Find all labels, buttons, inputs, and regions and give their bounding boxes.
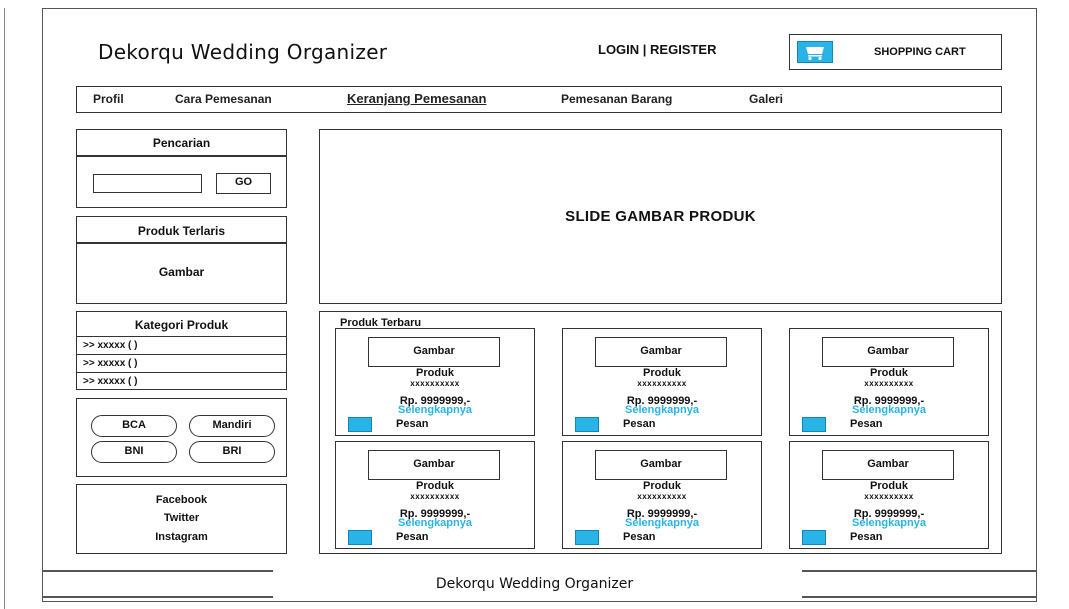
footer-divider xyxy=(42,570,273,572)
cart-icon[interactable] xyxy=(575,417,599,432)
product-card: Gambar Produk xxxxxxxxxx Rp. 9999999,- S… xyxy=(789,328,989,436)
search-go-button[interactable]: GO xyxy=(216,173,271,194)
shopping-cart-label: SHOPPING CART xyxy=(874,46,966,58)
search-input[interactable] xyxy=(93,174,202,193)
product-code: xxxxxxxxxx xyxy=(864,379,914,388)
product-name: Produk xyxy=(416,367,454,379)
best-seller-divider xyxy=(77,242,286,244)
instagram-link[interactable]: Instagram xyxy=(77,531,286,543)
product-more-link[interactable]: Selengkapnya xyxy=(563,404,761,416)
bank-mandiri-button[interactable]: Mandiri xyxy=(189,415,275,437)
product-card: Gambar Produk xxxxxxxxxx Rp. 9999999,- S… xyxy=(562,328,762,436)
bank-bca-button[interactable]: BCA xyxy=(91,415,177,437)
product-card: Gambar Produk xxxxxxxxxx Rp. 9999999,- S… xyxy=(789,441,989,549)
best-seller-image[interactable]: Gambar xyxy=(77,265,286,279)
nav-item-keranjang-pemesanan[interactable]: Keranjang Pemesanan xyxy=(347,91,486,106)
order-button[interactable]: Pesan xyxy=(623,418,655,430)
cart-icon[interactable] xyxy=(802,530,826,545)
login-register-link[interactable]: LOGIN | REGISTER xyxy=(598,42,716,57)
facebook-link[interactable]: Facebook xyxy=(77,494,286,506)
nav-item-galeri[interactable]: Galeri xyxy=(749,92,783,106)
bank-bni-button[interactable]: BNI xyxy=(91,441,177,463)
product-image[interactable]: Gambar xyxy=(368,337,500,367)
left-edge-line xyxy=(4,8,5,609)
product-image[interactable]: Gambar xyxy=(368,450,500,480)
product-more-link[interactable]: Selengkapnya xyxy=(790,404,988,416)
product-image[interactable]: Gambar xyxy=(822,337,954,367)
product-more-link[interactable]: Selengkapnya xyxy=(336,404,534,416)
footer-text: Dekorqu Wedding Organizer xyxy=(435,576,634,592)
product-card: Gambar Produk xxxxxxxxxx Rp. 9999999,- S… xyxy=(562,441,762,549)
product-more-link[interactable]: Selengkapnya xyxy=(563,517,761,529)
order-button[interactable]: Pesan xyxy=(850,531,882,543)
site-title[interactable]: Dekorqu Wedding Organizer xyxy=(98,40,387,64)
nav-item-cara-pemesanan[interactable]: Cara Pemesanan xyxy=(175,92,272,106)
bank-bri-button[interactable]: BRI xyxy=(189,441,275,463)
shopping-cart-icon xyxy=(797,41,833,63)
best-seller-title: Produk Terlaris xyxy=(137,224,226,238)
product-card: Gambar Produk xxxxxxxxxx Rp. 9999999,- S… xyxy=(335,328,535,436)
product-name: Produk xyxy=(643,480,681,492)
search-title: Pencarian xyxy=(152,136,211,150)
product-name: Produk xyxy=(870,367,908,379)
product-name: Produk xyxy=(643,367,681,379)
category-title: Kategori Produk xyxy=(134,318,229,332)
product-name: Produk xyxy=(416,480,454,492)
product-code: xxxxxxxxxx xyxy=(637,379,687,388)
nav-item-pemesanan-barang[interactable]: Pemesanan Barang xyxy=(561,92,672,106)
product-code: xxxxxxxxxx xyxy=(410,492,460,501)
category-item[interactable]: >> xxxxx ( ) xyxy=(77,336,286,354)
product-image[interactable]: Gambar xyxy=(595,450,727,480)
footer-divider xyxy=(802,570,1037,572)
search-divider xyxy=(77,155,286,157)
best-seller-panel: Produk Terlaris Gambar xyxy=(76,216,287,304)
footer-divider xyxy=(42,596,273,598)
order-button[interactable]: Pesan xyxy=(623,531,655,543)
cart-icon[interactable] xyxy=(348,530,372,545)
bank-panel: BCA Mandiri BNI BRI xyxy=(76,398,287,477)
product-slider[interactable]: SLIDE GAMBAR PRODUK xyxy=(319,129,1002,304)
product-image[interactable]: Gambar xyxy=(595,337,727,367)
product-code: xxxxxxxxxx xyxy=(410,379,460,388)
slider-label: SLIDE GAMBAR PRODUK xyxy=(565,208,756,225)
product-more-link[interactable]: Selengkapnya xyxy=(790,517,988,529)
order-button[interactable]: Pesan xyxy=(850,418,882,430)
order-button[interactable]: Pesan xyxy=(396,531,428,543)
shopping-cart-button[interactable]: SHOPPING CART xyxy=(789,34,1002,70)
social-panel: Facebook Twitter Instagram xyxy=(76,484,287,554)
product-card: Gambar Produk xxxxxxxxxx Rp. 9999999,- S… xyxy=(335,441,535,549)
category-panel: Kategori Produk >> xxxxx ( ) >> xxxxx ( … xyxy=(76,311,287,390)
product-code: xxxxxxxxxx xyxy=(637,492,687,501)
category-item[interactable]: >> xxxxx ( ) xyxy=(77,372,286,390)
footer-divider xyxy=(802,596,1037,598)
main-nav: Profil Cara Pemesanan Keranjang Pemesana… xyxy=(76,86,1002,113)
order-button[interactable]: Pesan xyxy=(396,418,428,430)
nav-item-profil[interactable]: Profil xyxy=(93,92,124,106)
twitter-link[interactable]: Twitter xyxy=(77,512,286,524)
cart-icon[interactable] xyxy=(802,417,826,432)
product-more-link[interactable]: Selengkapnya xyxy=(336,517,534,529)
product-image[interactable]: Gambar xyxy=(822,450,954,480)
cart-icon[interactable] xyxy=(575,530,599,545)
product-code: xxxxxxxxxx xyxy=(864,492,914,501)
category-item[interactable]: >> xxxxx ( ) xyxy=(77,354,286,372)
product-name: Produk xyxy=(870,480,908,492)
search-panel: Pencarian GO xyxy=(76,129,287,208)
cart-icon[interactable] xyxy=(348,417,372,432)
